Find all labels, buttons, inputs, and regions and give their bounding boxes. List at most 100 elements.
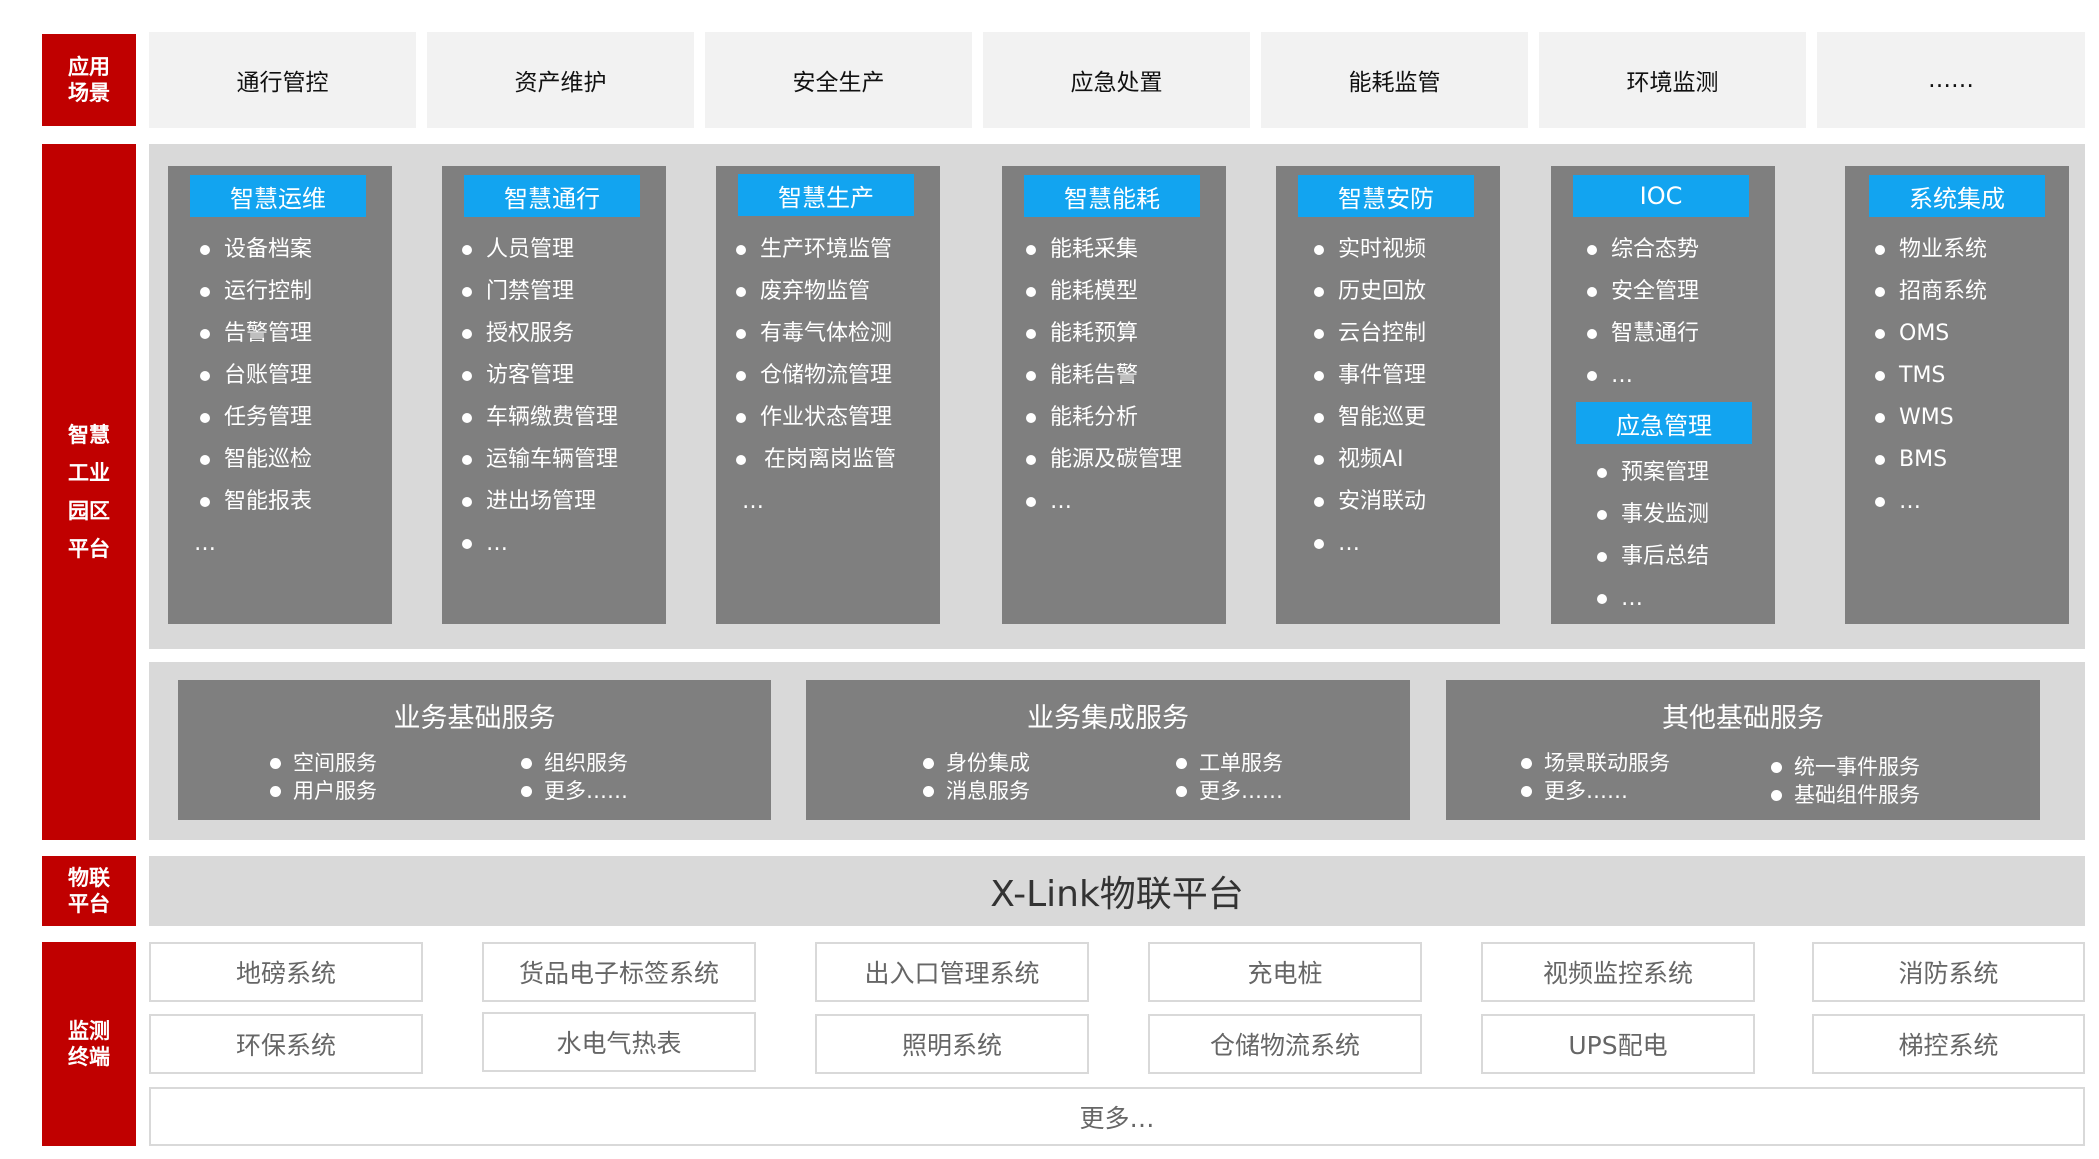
service-title: 业务基础服务: [393, 703, 556, 734]
bullet-icon: [521, 757, 532, 769]
service-item: 更多……: [1176, 777, 1283, 805]
module-title: 智慧能耗: [1024, 175, 1200, 217]
bullet-icon: [200, 245, 210, 255]
list-item: 任务管理: [190, 397, 312, 439]
list-item: 运行控制: [190, 271, 312, 313]
bullet-icon: [1875, 287, 1885, 297]
bullet-icon: [200, 329, 210, 339]
list-item: 授权服务: [452, 313, 618, 355]
module-item-list: 实时视频 历史回放 云台控制 事件管理 智能巡更 视频AI 安消联动 …: [1304, 229, 1426, 565]
list-item: 能耗分析: [1016, 397, 1182, 439]
service-item: 更多……: [521, 777, 628, 805]
bullet-icon: [1587, 245, 1597, 255]
module-subtitle: 应急管理: [1576, 402, 1752, 444]
service-item: 统一事件服务: [1771, 753, 1920, 781]
layer-label-line: 场景: [68, 81, 110, 105]
list-item: 车辆缴费管理: [452, 397, 618, 439]
list-item-more: …: [194, 531, 216, 556]
iot-platform-bar: X-Link物联平台: [149, 856, 2085, 926]
list-item: 智能巡更: [1304, 397, 1426, 439]
module-smart-access: 智慧通行 人员管理 门禁管理 授权服务 访客管理 车辆缴费管理 运输车辆管理 进…: [442, 166, 666, 624]
layer-label-line: 智慧: [68, 423, 110, 447]
layer-label-line: 工业: [68, 461, 110, 485]
bullet-icon: [462, 245, 472, 255]
list-item: 运输车辆管理: [452, 439, 618, 481]
scenario-tile: 安全生产: [705, 32, 972, 128]
bullet-icon: [200, 413, 210, 423]
layer-label-line: 物联: [68, 866, 110, 890]
list-item: 预案管理: [1587, 452, 1709, 494]
bullet-icon: [1026, 497, 1036, 507]
bullet-icon: [462, 497, 472, 507]
bullet-icon: [1176, 757, 1187, 769]
list-item: BMS: [1865, 439, 1987, 481]
list-item: …: [452, 523, 618, 565]
list-item: 历史回放: [1304, 271, 1426, 313]
service-item: 组织服务: [521, 749, 628, 777]
module-smart-security: 智慧安防 实时视频 历史回放 云台控制 事件管理 智能巡更 视频AI 安消联动 …: [1276, 166, 1500, 624]
terminal-system-tile: 货品电子标签系统: [482, 942, 756, 1002]
list-item: 实时视频: [1304, 229, 1426, 271]
bullet-icon: [1314, 539, 1324, 549]
list-item: 设备档案: [190, 229, 312, 271]
bullet-icon: [462, 413, 472, 423]
bullet-icon: [1026, 371, 1036, 381]
layer-label-platform: 智慧 工业 园区 平台: [42, 144, 136, 840]
list-item: 综合态势: [1577, 229, 1699, 271]
list-item: OMS: [1865, 313, 1987, 355]
bullet-icon: [1771, 761, 1782, 773]
bullet-icon: [200, 371, 210, 381]
list-item: …: [1304, 523, 1426, 565]
list-item: TMS: [1865, 355, 1987, 397]
list-item: 有毒气体检测: [726, 313, 896, 355]
module-item-list: 能耗采集 能耗模型 能耗预算 能耗告警 能耗分析 能源及碳管理 …: [1016, 229, 1182, 523]
bullet-icon: [1875, 455, 1885, 465]
module-title: 系统集成: [1869, 175, 2045, 217]
list-item: 能耗告警: [1016, 355, 1182, 397]
scenario-tile: ……: [1817, 32, 2085, 128]
list-item: 视频AI: [1304, 439, 1426, 481]
bullet-icon: [200, 287, 210, 297]
bullet-icon: [1026, 245, 1036, 255]
service-item: 更多……: [1521, 777, 1628, 805]
layer-label-line: 园区: [68, 499, 110, 523]
service-item: 基础组件服务: [1771, 781, 1920, 809]
bullet-icon: [1587, 329, 1597, 339]
bullet-icon: [1875, 329, 1885, 339]
bullet-icon: [462, 539, 472, 549]
layer-label-line: 应用: [68, 55, 110, 79]
list-item: 能耗采集: [1016, 229, 1182, 271]
list-item: …: [1865, 481, 1987, 523]
list-item: 招商系统: [1865, 271, 1987, 313]
module-item-list: 物业系统 招商系统 OMS TMS WMS BMS …: [1865, 229, 1987, 523]
terminal-system-tile: 照明系统: [815, 1014, 1089, 1074]
list-item: 能耗预算: [1016, 313, 1182, 355]
terminal-system-tile: 消防系统: [1812, 942, 2085, 1002]
terminal-system-tile: 水电气热表: [482, 1012, 756, 1072]
service-item: 消息服务: [923, 777, 1030, 805]
layer-label-line: 平台: [68, 537, 110, 561]
bullet-icon: [1314, 455, 1324, 465]
bullet-icon: [1314, 287, 1324, 297]
module-title: IOC: [1573, 175, 1749, 217]
layer-label-application: 应用 场景: [42, 34, 136, 126]
bullet-icon: [1875, 245, 1885, 255]
bullet-icon: [1875, 413, 1885, 423]
list-item: 智能巡检: [190, 439, 312, 481]
terminal-system-tile: 环保系统: [149, 1014, 423, 1074]
bullet-icon: [462, 455, 472, 465]
bullet-icon: [270, 757, 281, 769]
bullet-icon: [1026, 413, 1036, 423]
scenario-tile: 能耗监管: [1261, 32, 1528, 128]
layer-label-line: 终端: [68, 1045, 110, 1069]
list-item: 云台控制: [1304, 313, 1426, 355]
bullet-icon: [521, 785, 532, 797]
list-item: …: [1577, 355, 1699, 397]
list-item: 事后总结: [1587, 536, 1709, 578]
list-item: 智能报表: [190, 481, 312, 523]
list-item: 人员管理: [452, 229, 618, 271]
layer-label-iot: 物联 平台: [42, 856, 136, 926]
list-item: 仓储物流管理: [726, 355, 896, 397]
bullet-icon: [200, 455, 210, 465]
bullet-icon: [462, 329, 472, 339]
